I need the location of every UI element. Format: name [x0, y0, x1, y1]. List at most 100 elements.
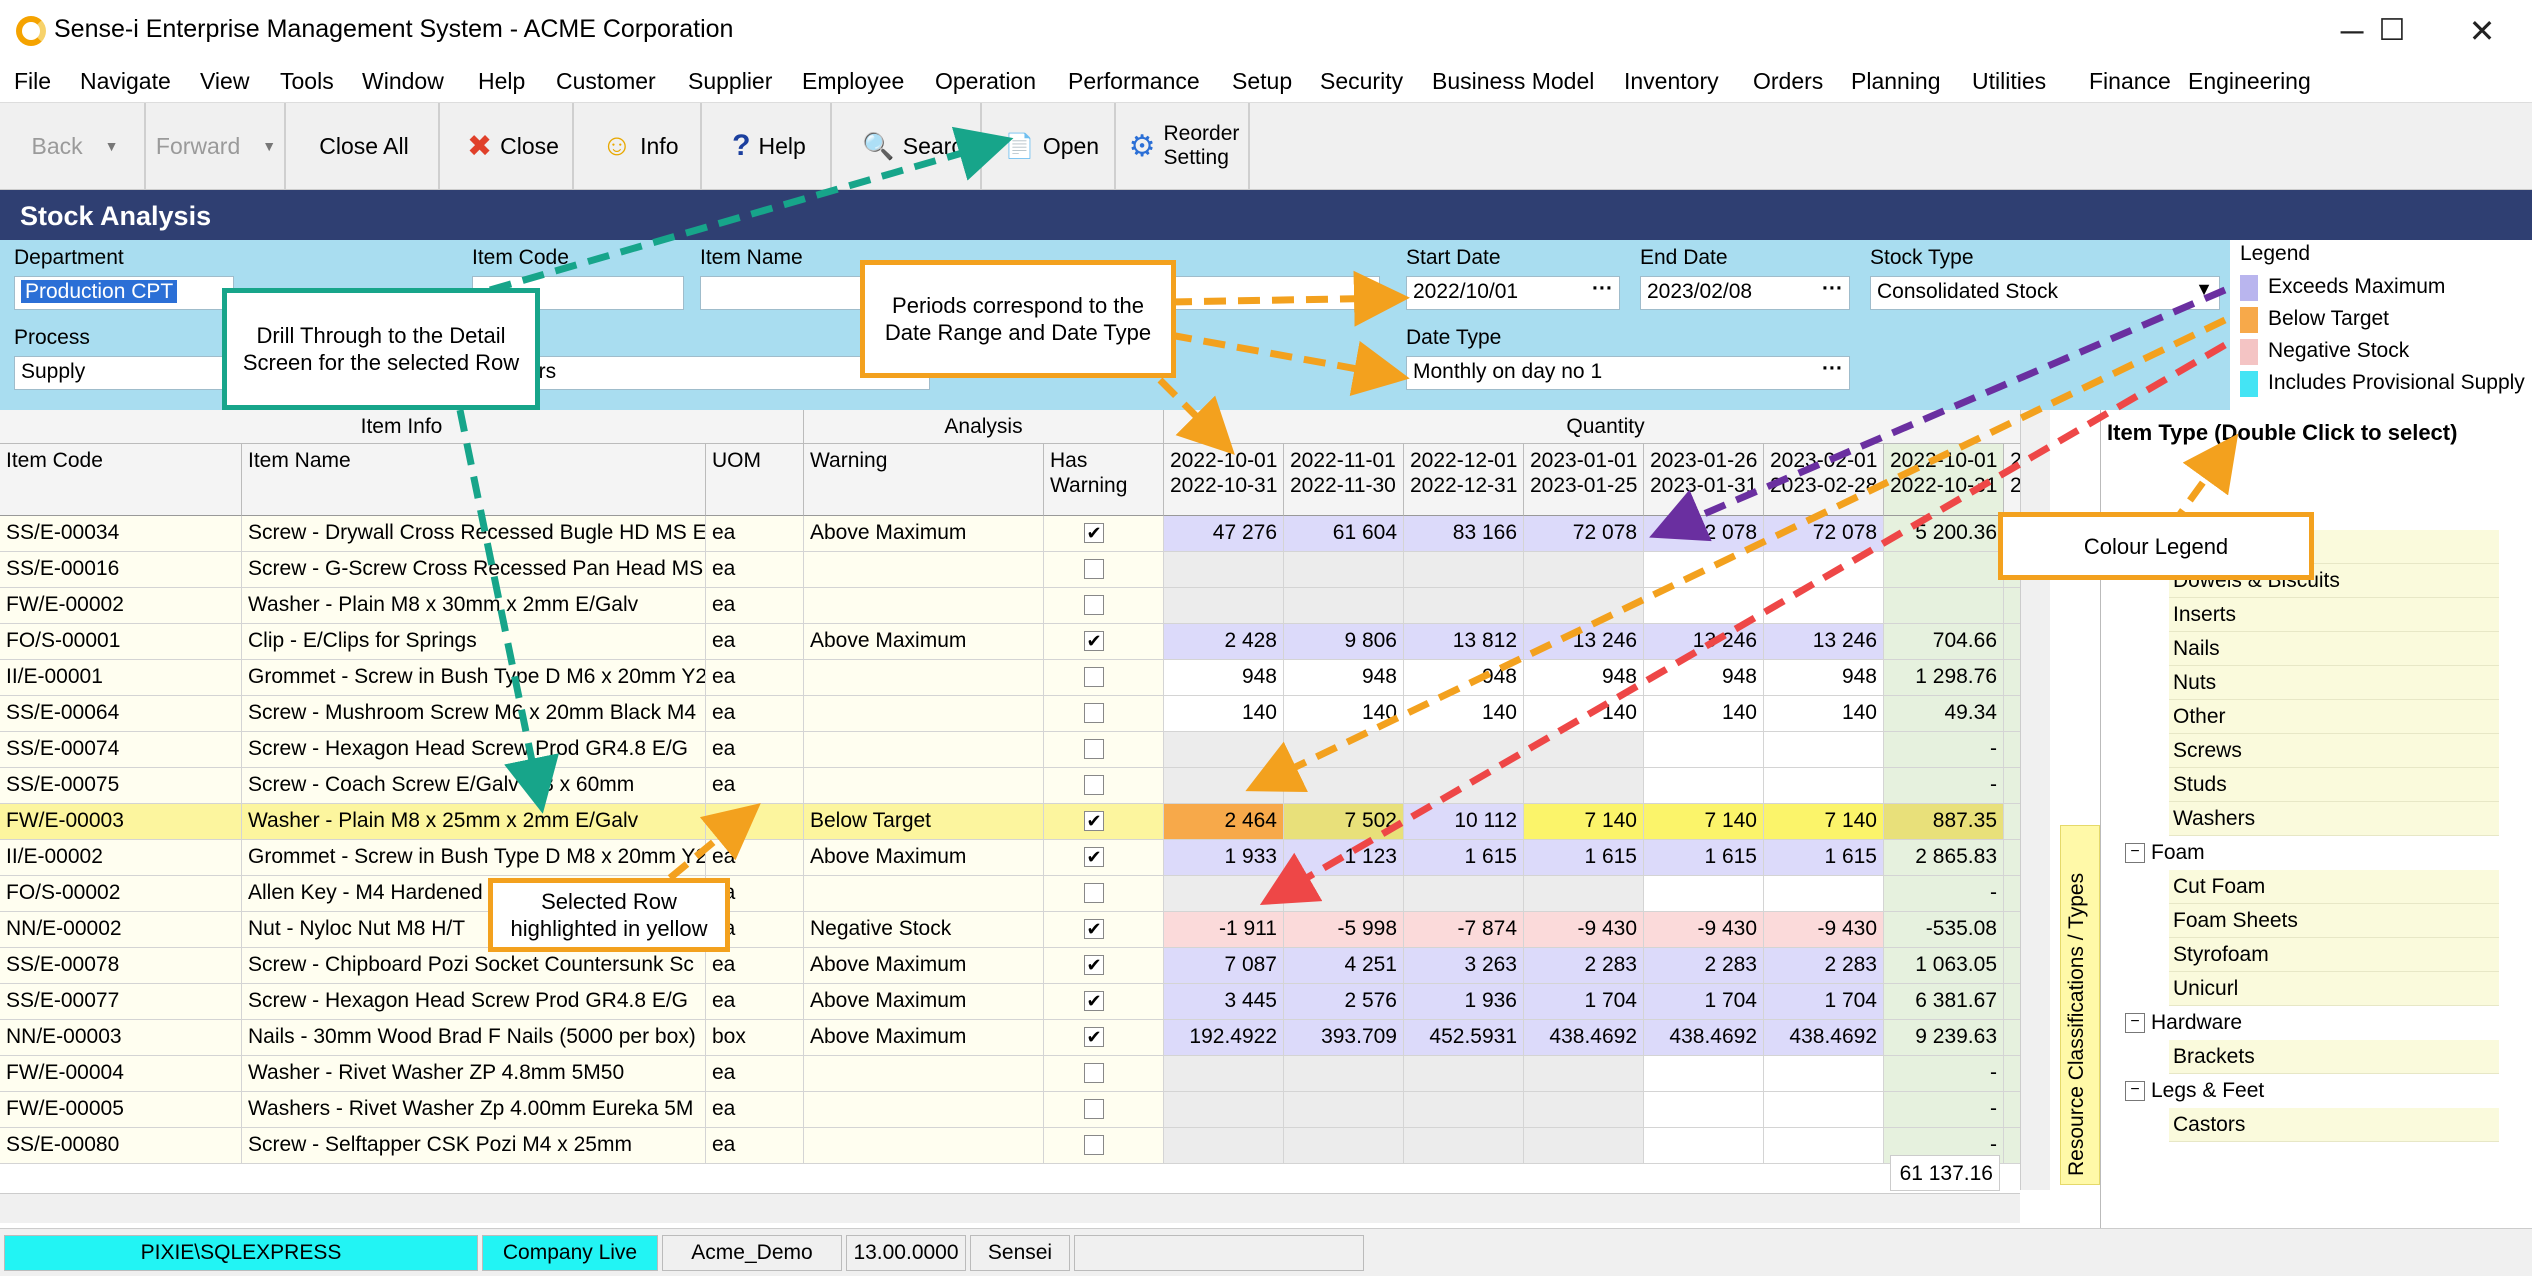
reorder-setting-button[interactable]: ⚙ Reorder Setting [1120, 103, 1250, 189]
collapse-icon[interactable]: − [2125, 1081, 2145, 1102]
table-row[interactable]: FW/E-00004 Washer - Rivet Washer ZP 4.8mm… [0, 1056, 2044, 1092]
menu-setup[interactable]: Setup [1232, 68, 1292, 95]
grid-horizontal-scrollbar[interactable] [0, 1193, 2020, 1223]
department-field[interactable]: Production CPT [14, 276, 234, 310]
table-row[interactable]: FO/S-00001 Clip - E/Clips for Springs ea Ab… [0, 624, 2044, 660]
tree-leaf[interactable]: Screws [2169, 734, 2499, 768]
col-period[interactable]: 2022-10-01 2022-10-31 [1884, 444, 2004, 516]
menu-customer[interactable]: Customer [556, 68, 656, 95]
table-row[interactable]: FO/S-00002Allen Key - M4 Hardenedea- [0, 876, 2044, 912]
collapse-icon[interactable]: − [2125, 1013, 2145, 1034]
open-button[interactable]: 📄 Open [990, 103, 1116, 189]
close-all-button[interactable]: Close All [290, 103, 440, 189]
table-row[interactable]: SS/E-00077 Screw - Hexagon Head Screw Pro… [0, 984, 2044, 1020]
has-warning-checkbox[interactable] [1084, 703, 1104, 723]
tree-node-hardware[interactable]: − Hardware [2125, 1006, 2242, 1040]
col-period[interactable]: 2022-10-01 2022-10-31 [1164, 444, 1284, 516]
menu-orders[interactable]: Orders [1753, 68, 1823, 95]
table-row[interactable]: NN/E-00002Nut - Nyloc Nut M8 H/TeaNegati… [0, 912, 2044, 948]
table-row[interactable]: SS/E-00074 Screw - Hexagon Head Screw Pro… [0, 732, 2044, 768]
table-row[interactable]: SS/E-00034 Screw - Drywall Cross Recessed… [0, 516, 2044, 552]
menu-window[interactable]: Window [362, 68, 444, 95]
has-warning-checkbox[interactable]: ✔ [1084, 811, 1104, 831]
has-warning-checkbox[interactable]: ✔ [1084, 847, 1104, 867]
col-period[interactable]: 2023-02-01 2023-02-28 [1764, 444, 1884, 516]
has-warning-checkbox[interactable]: ✔ [1084, 919, 1104, 939]
has-warning-checkbox[interactable] [1084, 559, 1104, 579]
tree-node-foam[interactable]: − Foam [2125, 836, 2205, 870]
has-warning-checkbox[interactable]: ✔ [1084, 523, 1104, 543]
table-row[interactable]: SS/E-00075 Screw - Coach Screw E/Galv M8 … [0, 768, 2044, 804]
close-window-button[interactable]: ✕ [2452, 6, 2512, 56]
has-warning-checkbox[interactable]: ✔ [1084, 1027, 1104, 1047]
menu-performance[interactable]: Performance [1068, 68, 1200, 95]
menu-security[interactable]: Security [1320, 68, 1403, 95]
col-item-name[interactable]: Item Name [242, 444, 706, 516]
table-row[interactable]: SS/E-00080 Screw - Selftapper CSK Pozi M4… [0, 1128, 2044, 1164]
tree-leaf[interactable]: Inserts [2169, 598, 2499, 632]
menu-employee[interactable]: Employee [802, 68, 904, 95]
stock-type-select[interactable]: Consolidated Stock ▼ [1870, 276, 2220, 310]
menu-business-model[interactable]: Business Model [1432, 68, 1594, 95]
end-date-field[interactable]: 2023/02/08 ··· [1640, 276, 1850, 310]
ellipsis-icon[interactable]: ··· [1822, 357, 1843, 381]
menu-supplier[interactable]: Supplier [688, 68, 772, 95]
table-row[interactable]: NN/E-00003 Nails - 30mm Wood Brad F Nails… [0, 1020, 2044, 1056]
tree-leaf[interactable]: Studs [2169, 768, 2499, 802]
col-period[interactable]: 2022-11-01 2022-11-30 [1284, 444, 1404, 516]
forward-button[interactable]: Forward ▼ [148, 103, 286, 189]
menu-utilities[interactable]: Utilities [1972, 68, 2046, 95]
tree-leaf[interactable]: Castors [2169, 1108, 2499, 1142]
ellipsis-icon[interactable]: ··· [1592, 277, 1613, 301]
col-warning[interactable]: Warning [804, 444, 1044, 516]
tree-leaf[interactable]: Styrofoam [2169, 938, 2499, 972]
table-row[interactable]: SS/E-00016 Screw - G-Screw Cross Recessed… [0, 552, 2044, 588]
start-date-field[interactable]: 2022/10/01 ··· [1406, 276, 1620, 310]
menu-help[interactable]: Help [478, 68, 525, 95]
search-button[interactable]: 🔍 Search [858, 103, 982, 189]
has-warning-checkbox[interactable]: ✔ [1084, 991, 1104, 1011]
table-row[interactable]: FW/E-00002 Washer - Plain M8 x 30mm x 2mm… [0, 588, 2044, 624]
tree-leaf[interactable]: Cut Foam [2169, 870, 2499, 904]
ellipsis-icon[interactable]: ··· [1822, 277, 1843, 301]
help-button[interactable]: ? Help [708, 103, 832, 189]
tree-leaf[interactable]: Foam Sheets [2169, 904, 2499, 938]
table-row[interactable]: FW/E-00005 Washers - Rivet Washer Zp 4.00… [0, 1092, 2044, 1128]
info-button[interactable]: ☺ Info [580, 103, 702, 189]
table-row[interactable]: II/E-00002 Grommet - Screw in Bush Type D… [0, 840, 2044, 876]
menu-finance[interactable]: Finance [2089, 68, 2171, 95]
table-row[interactable]: SS/E-00064 Screw - Mushroom Screw M6 x 20… [0, 696, 2044, 732]
menu-view[interactable]: View [200, 68, 249, 95]
menu-inventory[interactable]: Inventory [1624, 68, 1719, 95]
has-warning-checkbox[interactable] [1084, 739, 1104, 759]
col-period[interactable]: 2022-12-01 2022-12-31 [1404, 444, 1524, 516]
col-item-code[interactable]: Item Code [0, 444, 242, 516]
tree-leaf[interactable]: Brackets [2169, 1040, 2499, 1074]
menu-operation[interactable]: Operation [935, 68, 1036, 95]
table-row[interactable]: FW/E-00003 Washer - Plain M8 x 25mm x 2mm… [0, 804, 2044, 840]
date-type-field[interactable]: Monthly on day no 1 ··· [1406, 356, 1850, 390]
has-warning-checkbox[interactable] [1084, 1063, 1104, 1083]
col-uom[interactable]: UOM [706, 444, 804, 516]
has-warning-checkbox[interactable] [1084, 667, 1104, 687]
col-period[interactable]: 2023-01-01 2023-01-25 [1524, 444, 1644, 516]
col-period[interactable]: 2023-01-26 2023-01-31 [1644, 444, 1764, 516]
has-warning-checkbox[interactable] [1084, 1099, 1104, 1119]
has-warning-checkbox[interactable] [1084, 883, 1104, 903]
tree-leaf[interactable]: Nuts [2169, 666, 2499, 700]
table-row[interactable]: SS/E-00078 Screw - Chipboard Pozi Socket … [0, 948, 2044, 984]
has-warning-checkbox[interactable] [1084, 1135, 1104, 1155]
has-warning-checkbox[interactable]: ✔ [1084, 955, 1104, 975]
tree-leaf[interactable]: Washers [2169, 802, 2499, 836]
col-has-warning[interactable]: Has Warning [1044, 444, 1164, 516]
tree-node-legs-feet[interactable]: − Legs & Feet [2125, 1074, 2264, 1108]
has-warning-checkbox[interactable] [1084, 595, 1104, 615]
maximize-button[interactable]: ☐ [2362, 6, 2422, 56]
tree-leaf[interactable]: Nails [2169, 632, 2499, 666]
menu-engineering[interactable]: Engineering [2188, 68, 2311, 95]
tree-header[interactable]: Item Type (Double Click to select) [2101, 414, 2501, 454]
menu-navigate[interactable]: Navigate [80, 68, 171, 95]
process-field[interactable]: Supply [14, 356, 234, 390]
menu-file[interactable]: File [14, 68, 51, 95]
tree-leaf[interactable]: Unicurl [2169, 972, 2499, 1006]
